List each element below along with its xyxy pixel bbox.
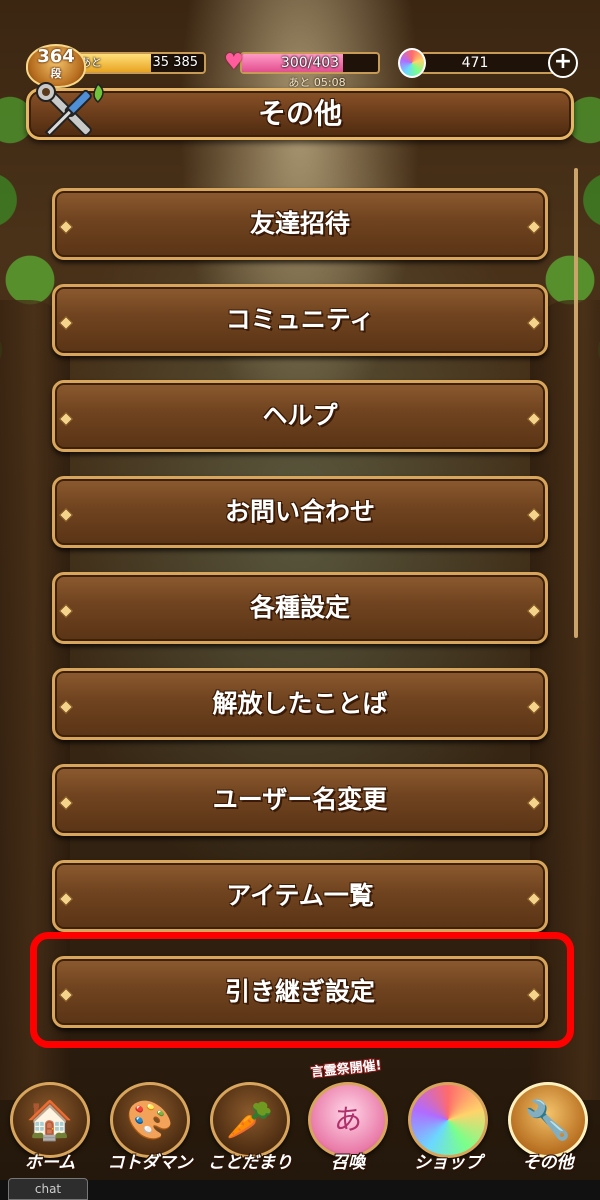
menu-item-label: お問い合わせ xyxy=(224,497,375,526)
chat-tab[interactable]: chat xyxy=(8,1178,88,1200)
exp-bar: あと 35 385 xyxy=(70,52,206,74)
menu-item-label: 各種設定 xyxy=(249,593,350,622)
tools-icon: 🔧 xyxy=(508,1082,588,1158)
nav-shop[interactable]: ショップ xyxy=(400,1078,496,1174)
rank-number: 364 xyxy=(37,46,75,67)
shop-icon xyxy=(408,1082,488,1158)
menu-item-item-list[interactable]: アイテム一覧 xyxy=(52,860,548,932)
menu-item-unlocked-words[interactable]: 解放したことば xyxy=(52,668,548,740)
nav-kotodaman[interactable]: 🎨 コトダマン xyxy=(102,1078,198,1174)
rank-unit: 段 xyxy=(50,67,62,80)
gem-counter[interactable]: 471 xyxy=(420,52,560,74)
menu-item-change-username[interactable]: ユーザー名変更 xyxy=(52,764,548,836)
nav-summon[interactable]: あ 召喚 xyxy=(300,1078,396,1174)
nav-label: 召喚 xyxy=(331,1153,365,1173)
menu-item-label: コミュニティ xyxy=(225,305,375,334)
stamina-value: 300/403 xyxy=(280,55,340,71)
menu-item-contact[interactable]: お問い合わせ xyxy=(52,476,548,548)
nav-home[interactable]: 🏠 ホーム xyxy=(2,1078,98,1174)
menu-item-label: 引き継ぎ設定 xyxy=(224,977,375,1006)
summon-icon: あ xyxy=(308,1082,388,1158)
nav-other[interactable]: 🔧 その他 xyxy=(500,1078,596,1174)
scrollbar[interactable] xyxy=(574,168,578,638)
wrench-screwdriver-icon xyxy=(36,82,104,138)
gem-count: 471 xyxy=(461,55,489,71)
menu-list: 友達招待 コミュニティ ヘルプ お問い合わせ 各種設定 解放したことば ユーザー… xyxy=(52,188,548,1052)
page-title: その他 xyxy=(257,97,342,130)
add-gems-button[interactable]: + xyxy=(548,48,578,78)
nav-kotodamari[interactable]: 🥕 ことだまり xyxy=(202,1078,298,1174)
page-title-plate: その他 xyxy=(26,88,574,140)
menu-item-label: ユーザー名変更 xyxy=(212,785,388,814)
bottom-nav: 🏠 ホーム 🎨 コトダマン 🥕 ことだまり あ 召喚 ショップ 🔧 その他 xyxy=(0,1072,600,1180)
heart-icon: ♥ xyxy=(224,50,244,75)
nav-label: その他 xyxy=(522,1153,574,1173)
menu-item-community[interactable]: コミュニティ xyxy=(52,284,548,356)
stamina-bar[interactable]: 300/403 xyxy=(240,52,380,74)
menu-item-label: ヘルプ xyxy=(262,401,338,430)
bottom-strip xyxy=(0,1180,600,1200)
menu-item-transfer-settings[interactable]: 引き継ぎ設定 xyxy=(52,956,548,1028)
exp-total: 385 xyxy=(173,55,198,70)
nav-label: ことだまり xyxy=(207,1153,293,1173)
kotodaman-icon: 🎨 xyxy=(110,1082,190,1158)
nav-label: ホーム xyxy=(24,1153,76,1173)
menu-item-label: 友達招待 xyxy=(249,209,350,238)
kotodamari-icon: 🥕 xyxy=(210,1082,290,1158)
rainbow-gem-icon xyxy=(398,48,426,78)
exp-remaining: 35 xyxy=(152,55,170,70)
house-icon: 🏠 xyxy=(10,1082,90,1158)
menu-item-label: 解放したことば xyxy=(212,689,388,718)
menu-item-label: アイテム一覧 xyxy=(226,881,374,910)
menu-item-invite-friends[interactable]: 友達招待 xyxy=(52,188,548,260)
menu-item-help[interactable]: ヘルプ xyxy=(52,380,548,452)
nav-label: コトダマン xyxy=(107,1153,193,1173)
menu-item-settings[interactable]: 各種設定 xyxy=(52,572,548,644)
nav-label: ショップ xyxy=(414,1153,482,1173)
